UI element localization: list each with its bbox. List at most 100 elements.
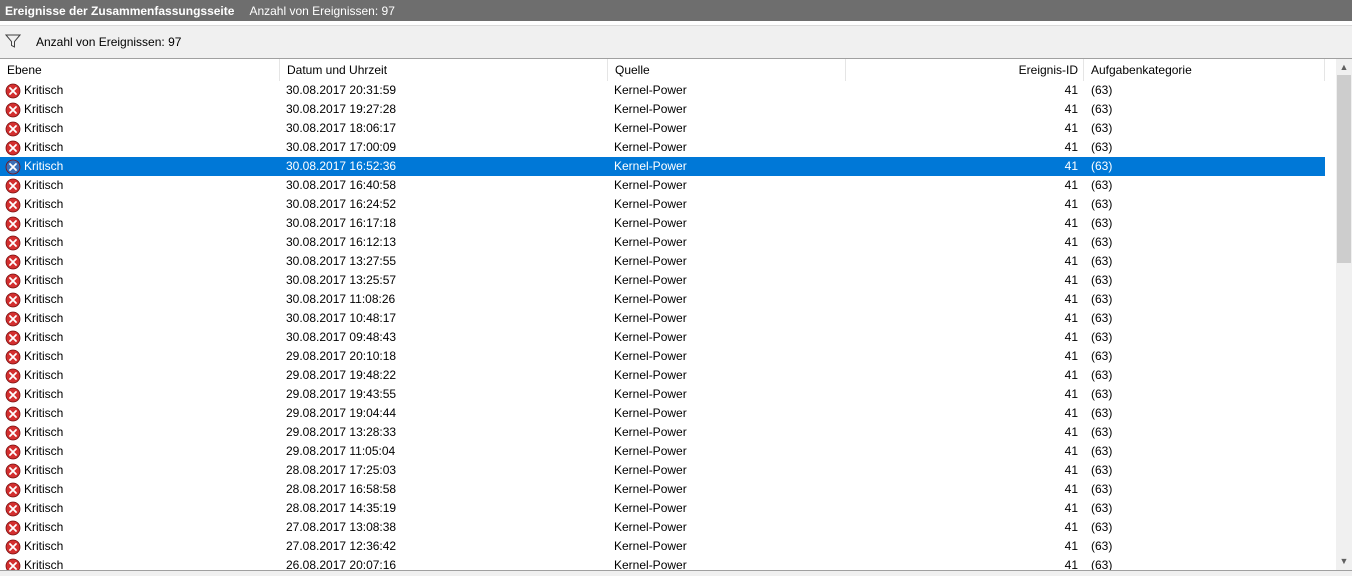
table-row[interactable]: Kritisch 26.08.2017 20:07:16 Kernel-Power 4… [0, 556, 1325, 570]
task-category-cell: (63) [1091, 387, 1113, 401]
bottom-border [0, 570, 1352, 576]
critical-error-icon [5, 387, 21, 402]
summary-title: Ereignisse der Zusammenfassungsseite [5, 3, 235, 18]
filter-toolbar: Anzahl von Ereignissen: 97 [0, 25, 1352, 59]
level-cell: Kritisch [5, 233, 63, 252]
date-cell: 29.08.2017 19:43:55 [286, 387, 397, 401]
source-cell: Kernel-Power [614, 425, 687, 439]
event-id-cell: 41 [1064, 273, 1078, 287]
table-row[interactable]: Kritisch 30.08.2017 16:52:36 Kernel-Power 4… [0, 157, 1325, 176]
source-cell: Kernel-Power [614, 520, 687, 534]
date-cell: 30.08.2017 16:24:52 [286, 197, 397, 211]
critical-error-icon [5, 520, 21, 535]
event-id-cell: 41 [1064, 102, 1078, 116]
level-label: Kritisch [24, 102, 64, 116]
table-row[interactable]: Kritisch 30.08.2017 16:40:58 Kernel-Power 4… [0, 176, 1325, 195]
level-label: Kritisch [24, 83, 64, 97]
level-label: Kritisch [24, 406, 64, 420]
table-row[interactable]: Kritisch 30.08.2017 16:12:13 Kernel-Power 4… [0, 233, 1325, 252]
vertical-scrollbar[interactable]: ▲ ▼ [1336, 59, 1352, 570]
critical-error-icon [5, 501, 21, 516]
table-row[interactable]: Kritisch 28.08.2017 14:35:19 Kernel-Power 4… [0, 499, 1325, 518]
date-cell: 27.08.2017 13:08:38 [286, 520, 397, 534]
date-cell: 30.08.2017 13:27:55 [286, 254, 397, 268]
table-row[interactable]: Kritisch 28.08.2017 17:25:03 Kernel-Power 4… [0, 461, 1325, 480]
summary-titlebar: Ereignisse der Zusammenfassungsseite Anz… [0, 0, 1352, 21]
column-header-level[interactable]: Ebene [0, 59, 280, 81]
task-category-cell: (63) [1091, 235, 1113, 249]
table-row[interactable]: Kritisch 29.08.2017 19:43:55 Kernel-Power 4… [0, 385, 1325, 404]
task-category-cell: (63) [1091, 539, 1113, 553]
critical-error-icon [5, 349, 21, 364]
level-cell: Kritisch [5, 347, 63, 366]
table-row[interactable]: Kritisch 29.08.2017 19:04:44 Kernel-Power 4… [0, 404, 1325, 423]
task-category-cell: (63) [1091, 311, 1113, 325]
table-row[interactable]: Kritisch 29.08.2017 13:28:33 Kernel-Power 4… [0, 423, 1325, 442]
event-id-cell: 41 [1064, 463, 1078, 477]
table-row[interactable]: Kritisch 30.08.2017 16:24:52 Kernel-Power 4… [0, 195, 1325, 214]
source-cell: Kernel-Power [614, 349, 687, 363]
task-category-cell: (63) [1091, 444, 1113, 458]
event-id-cell: 41 [1064, 178, 1078, 192]
critical-error-icon [5, 140, 21, 155]
column-header-task-category[interactable]: Aufgabenkategorie [1084, 59, 1325, 81]
critical-error-icon [5, 159, 21, 174]
task-category-cell: (63) [1091, 425, 1113, 439]
task-category-cell: (63) [1091, 102, 1113, 116]
task-category-cell: (63) [1091, 349, 1113, 363]
date-cell: 30.08.2017 20:31:59 [286, 83, 397, 97]
scroll-up-icon[interactable]: ▲ [1336, 59, 1352, 76]
date-cell: 27.08.2017 12:36:42 [286, 539, 397, 553]
level-cell: Kritisch [5, 119, 63, 138]
table-row[interactable]: Kritisch 29.08.2017 19:48:22 Kernel-Power 4… [0, 366, 1325, 385]
event-id-cell: 41 [1064, 520, 1078, 534]
source-cell: Kernel-Power [614, 330, 687, 344]
table-row[interactable]: Kritisch 28.08.2017 16:58:58 Kernel-Power 4… [0, 480, 1325, 499]
table-row[interactable]: Kritisch 30.08.2017 20:31:59 Kernel-Power 4… [0, 81, 1325, 100]
column-header-date[interactable]: Datum und Uhrzeit [280, 59, 608, 81]
critical-error-icon [5, 330, 21, 345]
column-header-source[interactable]: Quelle [608, 59, 846, 81]
source-cell: Kernel-Power [614, 216, 687, 230]
level-cell: Kritisch [5, 195, 63, 214]
table-row[interactable]: Kritisch 30.08.2017 17:00:09 Kernel-Power 4… [0, 138, 1325, 157]
date-cell: 29.08.2017 11:05:04 [286, 444, 396, 458]
source-cell: Kernel-Power [614, 463, 687, 477]
column-header-event-id[interactable]: Ereignis-ID [846, 59, 1084, 81]
level-cell: Kritisch [5, 423, 63, 442]
scroll-thumb[interactable] [1337, 75, 1351, 263]
task-category-cell: (63) [1091, 273, 1113, 287]
filter-icon[interactable] [5, 33, 21, 49]
table-row[interactable]: Kritisch 30.08.2017 10:48:17 Kernel-Power 4… [0, 309, 1325, 328]
task-category-cell: (63) [1091, 292, 1113, 306]
task-category-cell: (63) [1091, 197, 1113, 211]
level-cell: Kritisch [5, 252, 63, 271]
date-cell: 29.08.2017 19:04:44 [286, 406, 397, 420]
critical-error-icon [5, 463, 21, 478]
scroll-down-icon[interactable]: ▼ [1336, 553, 1352, 570]
table-row[interactable]: Kritisch 29.08.2017 20:10:18 Kernel-Power 4… [0, 347, 1325, 366]
table-row[interactable]: Kritisch 30.08.2017 16:17:18 Kernel-Power 4… [0, 214, 1325, 233]
table-row[interactable]: Kritisch 30.08.2017 13:25:57 Kernel-Power 4… [0, 271, 1325, 290]
source-cell: Kernel-Power [614, 501, 687, 515]
table-row[interactable]: Kritisch 30.08.2017 13:27:55 Kernel-Power 4… [0, 252, 1325, 271]
level-label: Kritisch [24, 463, 64, 477]
level-label: Kritisch [24, 159, 64, 173]
table-row[interactable]: Kritisch 30.08.2017 09:48:43 Kernel-Power 4… [0, 328, 1325, 347]
date-cell: 29.08.2017 20:10:18 [286, 349, 397, 363]
table-row[interactable]: Kritisch 27.08.2017 13:08:38 Kernel-Power 4… [0, 518, 1325, 537]
event-id-cell: 41 [1064, 83, 1078, 97]
level-cell: Kritisch [5, 214, 63, 233]
critical-error-icon [5, 197, 21, 212]
table-row[interactable]: Kritisch 27.08.2017 12:36:42 Kernel-Power 4… [0, 537, 1325, 556]
date-cell: 30.08.2017 13:25:57 [286, 273, 397, 287]
table-row[interactable]: Kritisch 30.08.2017 19:27:28 Kernel-Power 4… [0, 100, 1325, 119]
table-row[interactable]: Kritisch 30.08.2017 18:06:17 Kernel-Power 4… [0, 119, 1325, 138]
date-cell: 28.08.2017 16:58:58 [286, 482, 397, 496]
table-row[interactable]: Kritisch 29.08.2017 11:05:04 Kernel-Power 4… [0, 442, 1325, 461]
level-label: Kritisch [24, 425, 64, 439]
critical-error-icon [5, 83, 21, 98]
critical-error-icon [5, 311, 21, 326]
date-cell: 28.08.2017 17:25:03 [286, 463, 397, 477]
table-row[interactable]: Kritisch 30.08.2017 11:08:26 Kernel-Power 4… [0, 290, 1325, 309]
